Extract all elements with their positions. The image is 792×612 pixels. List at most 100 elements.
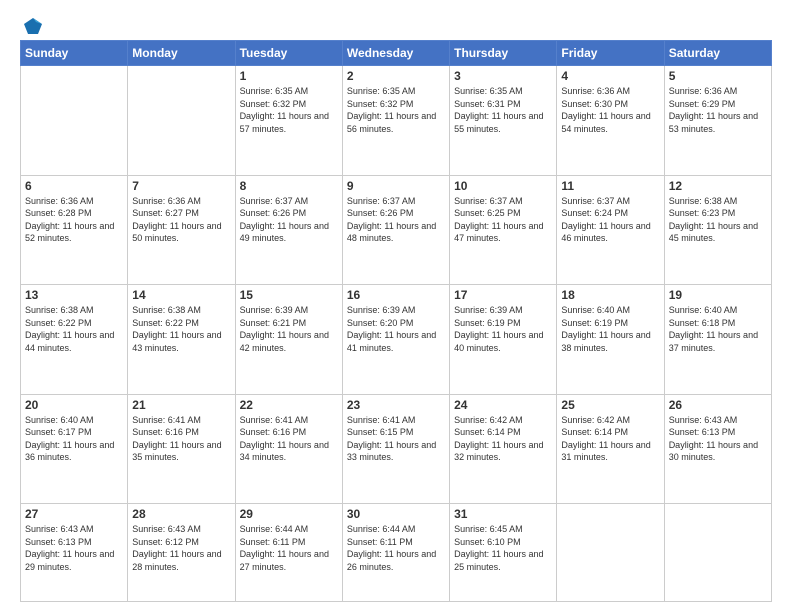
day-number: 19 (669, 288, 767, 302)
day-number: 26 (669, 398, 767, 412)
calendar-day: 20 Sunrise: 6:40 AMSunset: 6:17 PMDayligh… (21, 394, 128, 504)
day-number: 20 (25, 398, 123, 412)
calendar-day: 5 Sunrise: 6:36 AMSunset: 6:29 PMDaylight… (664, 66, 771, 176)
day-number: 8 (240, 179, 338, 193)
day-number: 3 (454, 69, 552, 83)
day-info: Sunrise: 6:36 AMSunset: 6:27 PMDaylight:… (132, 195, 230, 245)
day-number: 21 (132, 398, 230, 412)
calendar-day: 4 Sunrise: 6:36 AMSunset: 6:30 PMDaylight… (557, 66, 664, 176)
day-number: 15 (240, 288, 338, 302)
weekday-header-saturday: Saturday (664, 41, 771, 66)
day-info: Sunrise: 6:44 AMSunset: 6:11 PMDaylight:… (240, 523, 338, 573)
weekday-header-monday: Monday (128, 41, 235, 66)
calendar-day: 30Sunrise: 6:44 AMSunset: 6:11 PMDayligh… (342, 504, 449, 602)
calendar-day: 31Sunrise: 6:45 AMSunset: 6:10 PMDayligh… (450, 504, 557, 602)
calendar-day: 25Sunrise: 6:42 AMSunset: 6:14 PMDayligh… (557, 394, 664, 504)
calendar-day: 15 Sunrise: 6:39 AMSunset: 6:21 PMDayligh… (235, 285, 342, 395)
day-number: 16 (347, 288, 445, 302)
calendar-day: 24Sunrise: 6:42 AMSunset: 6:14 PMDayligh… (450, 394, 557, 504)
calendar-day: 23 Sunrise: 6:41 AMSunset: 6:15 PMDayligh… (342, 394, 449, 504)
day-number: 9 (347, 179, 445, 193)
day-number: 18 (561, 288, 659, 302)
calendar-day (128, 66, 235, 176)
day-number: 27 (25, 507, 123, 521)
day-info: Sunrise: 6:40 AMSunset: 6:18 PMDaylight:… (669, 304, 767, 354)
weekday-header-wednesday: Wednesday (342, 41, 449, 66)
day-info: Sunrise: 6:39 AMSunset: 6:19 PMDaylight:… (454, 304, 552, 354)
calendar-day: 28 Sunrise: 6:43 AMSunset: 6:12 PMDayligh… (128, 504, 235, 602)
day-info: Sunrise: 6:45 AMSunset: 6:10 PMDaylight:… (454, 523, 552, 573)
calendar-day: 18 Sunrise: 6:40 AMSunset: 6:19 PMDayligh… (557, 285, 664, 395)
day-number: 28 (132, 507, 230, 521)
calendar-day: 22 Sunrise: 6:41 AMSunset: 6:16 PMDayligh… (235, 394, 342, 504)
page: SundayMondayTuesdayWednesdayThursdayFrid… (0, 0, 792, 612)
day-info: Sunrise: 6:43 AMSunset: 6:13 PMDaylight:… (669, 414, 767, 464)
day-info: Sunrise: 6:36 AMSunset: 6:30 PMDaylight:… (561, 85, 659, 135)
calendar-day: 26 Sunrise: 6:43 AMSunset: 6:13 PMDayligh… (664, 394, 771, 504)
calendar-day: 7 Sunrise: 6:36 AMSunset: 6:27 PMDaylight… (128, 175, 235, 285)
calendar-week-5: 27 Sunrise: 6:43 AMSunset: 6:13 PMDayligh… (21, 504, 772, 602)
calendar-day (21, 66, 128, 176)
day-info: Sunrise: 6:44 AMSunset: 6:11 PMDaylight:… (347, 523, 445, 573)
day-number: 11 (561, 179, 659, 193)
day-number: 22 (240, 398, 338, 412)
day-info: Sunrise: 6:35 AMSunset: 6:31 PMDaylight:… (454, 85, 552, 135)
day-info: Sunrise: 6:38 AMSunset: 6:22 PMDaylight:… (132, 304, 230, 354)
calendar-day: 3 Sunrise: 6:35 AMSunset: 6:31 PMDaylight… (450, 66, 557, 176)
weekday-header-friday: Friday (557, 41, 664, 66)
day-info: Sunrise: 6:38 AMSunset: 6:22 PMDaylight:… (25, 304, 123, 354)
day-number: 17 (454, 288, 552, 302)
day-number: 1 (240, 69, 338, 83)
day-number: 6 (25, 179, 123, 193)
day-info: Sunrise: 6:40 AMSunset: 6:19 PMDaylight:… (561, 304, 659, 354)
calendar-day: 14 Sunrise: 6:38 AMSunset: 6:22 PMDayligh… (128, 285, 235, 395)
day-info: Sunrise: 6:35 AMSunset: 6:32 PMDaylight:… (240, 85, 338, 135)
calendar-day: 6 Sunrise: 6:36 AMSunset: 6:28 PMDaylight… (21, 175, 128, 285)
day-info: Sunrise: 6:39 AMSunset: 6:21 PMDaylight:… (240, 304, 338, 354)
calendar-day (664, 504, 771, 602)
calendar-day: 16 Sunrise: 6:39 AMSunset: 6:20 PMDayligh… (342, 285, 449, 395)
day-info: Sunrise: 6:36 AMSunset: 6:29 PMDaylight:… (669, 85, 767, 135)
day-number: 4 (561, 69, 659, 83)
calendar-day: 27 Sunrise: 6:43 AMSunset: 6:13 PMDayligh… (21, 504, 128, 602)
day-info: Sunrise: 6:37 AMSunset: 6:26 PMDaylight:… (347, 195, 445, 245)
calendar-day: 21 Sunrise: 6:41 AMSunset: 6:16 PMDayligh… (128, 394, 235, 504)
calendar-day: 19 Sunrise: 6:40 AMSunset: 6:18 PMDayligh… (664, 285, 771, 395)
day-number: 12 (669, 179, 767, 193)
day-info: Sunrise: 6:41 AMSunset: 6:15 PMDaylight:… (347, 414, 445, 464)
day-info: Sunrise: 6:35 AMSunset: 6:32 PMDaylight:… (347, 85, 445, 135)
day-info: Sunrise: 6:37 AMSunset: 6:25 PMDaylight:… (454, 195, 552, 245)
calendar-week-1: 1 Sunrise: 6:35 AMSunset: 6:32 PMDaylight… (21, 66, 772, 176)
logo-flag-icon (22, 16, 44, 38)
day-info: Sunrise: 6:41 AMSunset: 6:16 PMDaylight:… (240, 414, 338, 464)
day-info: Sunrise: 6:39 AMSunset: 6:20 PMDaylight:… (347, 304, 445, 354)
weekday-header-sunday: Sunday (21, 41, 128, 66)
header (20, 16, 772, 32)
day-number: 14 (132, 288, 230, 302)
day-number: 23 (347, 398, 445, 412)
calendar-day (557, 504, 664, 602)
day-number: 10 (454, 179, 552, 193)
calendar-day: 29Sunrise: 6:44 AMSunset: 6:11 PMDayligh… (235, 504, 342, 602)
day-info: Sunrise: 6:36 AMSunset: 6:28 PMDaylight:… (25, 195, 123, 245)
day-number: 7 (132, 179, 230, 193)
day-number: 5 (669, 69, 767, 83)
day-info: Sunrise: 6:37 AMSunset: 6:26 PMDaylight:… (240, 195, 338, 245)
weekday-header-row: SundayMondayTuesdayWednesdayThursdayFrid… (21, 41, 772, 66)
day-number: 13 (25, 288, 123, 302)
calendar-day: 10 Sunrise: 6:37 AMSunset: 6:25 PMDayligh… (450, 175, 557, 285)
calendar-day: 2 Sunrise: 6:35 AMSunset: 6:32 PMDaylight… (342, 66, 449, 176)
day-number: 2 (347, 69, 445, 83)
calendar-day: 13 Sunrise: 6:38 AMSunset: 6:22 PMDayligh… (21, 285, 128, 395)
calendar-day: 12 Sunrise: 6:38 AMSunset: 6:23 PMDayligh… (664, 175, 771, 285)
day-info: Sunrise: 6:43 AMSunset: 6:12 PMDaylight:… (132, 523, 230, 573)
day-info: Sunrise: 6:41 AMSunset: 6:16 PMDaylight:… (132, 414, 230, 464)
calendar-day: 9 Sunrise: 6:37 AMSunset: 6:26 PMDaylight… (342, 175, 449, 285)
day-info: Sunrise: 6:40 AMSunset: 6:17 PMDaylight:… (25, 414, 123, 464)
day-number: 24 (454, 398, 552, 412)
day-info: Sunrise: 6:38 AMSunset: 6:23 PMDaylight:… (669, 195, 767, 245)
calendar-week-2: 6 Sunrise: 6:36 AMSunset: 6:28 PMDaylight… (21, 175, 772, 285)
calendar-day: 8 Sunrise: 6:37 AMSunset: 6:26 PMDaylight… (235, 175, 342, 285)
calendar-week-4: 20 Sunrise: 6:40 AMSunset: 6:17 PMDayligh… (21, 394, 772, 504)
day-info: Sunrise: 6:43 AMSunset: 6:13 PMDaylight:… (25, 523, 123, 573)
